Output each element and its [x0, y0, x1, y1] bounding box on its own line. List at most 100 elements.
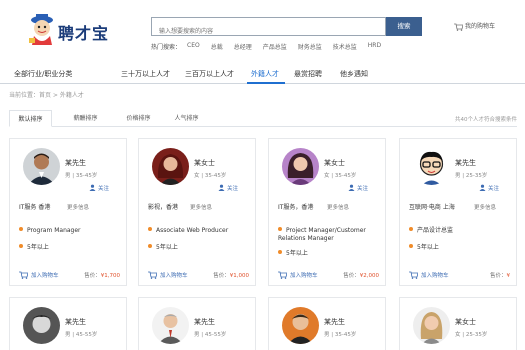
talent-card[interactable]: 某女士 女 | 35-45岁 关注 影视，香港 更多信息 Associate W… — [138, 138, 256, 286]
add-to-cart-label: 加入购物车 — [421, 273, 449, 279]
hot-keyword[interactable]: 总裁 — [211, 42, 223, 53]
avatar — [413, 307, 450, 344]
talent-name: 某女士 — [194, 159, 215, 167]
price-value: ¥2,000 — [359, 273, 379, 279]
talent-meta: 女 | 25-35岁 — [455, 332, 488, 338]
bullet-icon — [19, 227, 23, 231]
talent-industry-location: IT服务，香港 — [278, 204, 314, 211]
years-text: 5年以上 — [417, 244, 439, 251]
search-box — [151, 17, 386, 40]
talent-card[interactable]: 某女士 女 | 35-45岁 关注 IT服务，香港 更多信息 Project M… — [268, 138, 386, 286]
more-info-link[interactable]: 更多信息 — [327, 203, 349, 211]
more-info-link[interactable]: 更多信息 — [67, 203, 89, 211]
tab-price-sort[interactable]: 价格排序 — [117, 110, 160, 127]
talent-position: 产品设计总监 — [409, 227, 513, 235]
follow-label: 关注 — [227, 186, 239, 192]
price-value: ¥1,000 — [229, 273, 249, 279]
position-text: Program Manager — [27, 227, 81, 234]
nav-item-300k-talent[interactable]: 三十万以上人才 — [121, 69, 170, 79]
talent-price: 售价：¥1,700 — [84, 271, 120, 279]
avatar — [23, 307, 60, 344]
bullet-icon — [278, 227, 282, 231]
nav-item-bounty-recruit[interactable]: 悬赏招聘 — [294, 69, 322, 79]
tab-default-sort[interactable]: 默认排序 — [9, 110, 52, 127]
cart-label: 我的购物车 — [465, 23, 496, 30]
hot-keyword[interactable]: 产品总监 — [263, 42, 287, 53]
cart-icon — [278, 271, 287, 279]
talent-industry-location: 互联网·电商 上海 — [409, 204, 455, 211]
logo-text: 聘才宝 — [58, 24, 110, 43]
breadcrumb: 当前位置：首页 > 外籍人才 — [9, 92, 84, 99]
follow-label: 关注 — [98, 186, 110, 192]
position-text: Associate Web Producer — [156, 227, 229, 234]
hot-keyword[interactable]: 总经理 — [234, 42, 252, 53]
nav-item-all-categories[interactable]: 全部行业/职业分类 — [14, 69, 72, 79]
nav-item-foreign-talent[interactable]: 外籍人才 — [251, 69, 279, 79]
cart-icon — [409, 271, 418, 279]
position-text: Project Manager/Customer Relations Manag… — [278, 227, 366, 242]
price-value: ¥1,700 — [100, 273, 120, 279]
talent-name: 某先生 — [194, 318, 215, 326]
avatar — [152, 307, 189, 344]
talent-meta: 男 | 25-35岁 — [455, 173, 488, 179]
talent-name: 某女士 — [455, 318, 476, 326]
my-cart-link[interactable]: 我的购物车 — [452, 20, 518, 34]
talent-years: 5年以上 — [19, 242, 49, 251]
talent-meta: 女 | 35-45岁 — [194, 173, 227, 179]
nav-item-3m-talent[interactable]: 三百万以上人才 — [185, 69, 234, 79]
talent-meta: 男 | 35-45岁 — [324, 332, 357, 338]
avatar — [282, 148, 319, 185]
talent-card[interactable]: 某先生 男 | 35-45岁 关注 IT服务 香港 更多信息 Program M… — [9, 138, 127, 286]
avatar — [282, 307, 319, 344]
search-button[interactable]: 搜索 — [386, 17, 422, 36]
user-icon — [348, 184, 355, 191]
talent-position: Program Manager — [19, 227, 123, 235]
user-icon — [89, 184, 96, 191]
tab-salary-sort[interactable]: 薪酬排序 — [64, 110, 107, 127]
talent-card[interactable]: 某先生 男 | 35-45岁 — [268, 297, 386, 350]
avatar — [152, 148, 189, 185]
bullet-icon — [148, 244, 152, 248]
result-count: 共40个人才符合搜索条件 — [455, 117, 517, 123]
price-label: 售价： — [213, 273, 230, 279]
talent-card[interactable]: 某先生 男 | 45-55岁 — [138, 297, 256, 350]
follow-button[interactable]: 关注 — [479, 184, 499, 192]
hot-keyword[interactable]: 技术总监 — [333, 42, 357, 53]
more-info-link[interactable]: 更多信息 — [474, 203, 496, 211]
cart-icon — [19, 271, 28, 279]
price-label: 售价： — [489, 273, 507, 279]
talent-name: 某先生 — [65, 318, 86, 326]
talent-card[interactable]: 某先生 男 | 25-35岁 关注 互联网·电商 上海 更多信息 产品设计总监 … — [399, 138, 517, 286]
tab-popularity-sort[interactable]: 人气排序 — [165, 110, 208, 127]
hot-searches: 热门搜索： CEO 总裁 总经理 产品总监 财务总监 技术总监 HRD — [151, 42, 392, 53]
follow-button[interactable]: 关注 — [89, 184, 110, 192]
nav-item-other[interactable]: 他乡遇知 — [340, 69, 368, 79]
talent-name: 某女士 — [324, 159, 345, 167]
bullet-icon — [19, 244, 23, 248]
bullet-icon — [278, 250, 282, 254]
talent-card[interactable]: 某先生 男 | 45-55岁 — [9, 297, 127, 350]
position-text: 产品设计总监 — [417, 227, 454, 234]
talent-years: 5年以上 — [409, 242, 439, 251]
add-to-cart-label: 加入购物车 — [160, 273, 188, 279]
talent-card[interactable]: 某女士 女 | 25-35岁 — [399, 297, 517, 350]
mascot-logo-icon — [29, 14, 53, 45]
talent-name: 某先生 — [324, 318, 345, 326]
hot-keyword[interactable]: 财务总监 — [298, 42, 322, 53]
site-logo[interactable]: 聘才宝 — [27, 14, 125, 48]
hot-keyword[interactable]: HRD — [368, 42, 381, 53]
follow-label: 关注 — [357, 186, 369, 192]
talent-price: 售价：¥1,000 — [213, 271, 249, 279]
follow-button[interactable]: 关注 — [348, 184, 369, 192]
search-input[interactable] — [152, 23, 385, 40]
more-info-link[interactable]: 更多信息 — [190, 203, 212, 211]
talent-meta: 男 | 45-55岁 — [194, 332, 227, 338]
hot-keyword[interactable]: CEO — [187, 42, 200, 53]
cart-icon — [148, 271, 157, 279]
avatar — [413, 148, 450, 185]
talent-meta: 女 | 35-45岁 — [324, 173, 357, 179]
main-nav: 全部行业/职业分类 三十万以上人才 三百万以上人才 外籍人才 悬赏招聘 他乡遇知 — [0, 62, 525, 84]
talent-industry-location: 影视，香港 — [148, 204, 179, 211]
follow-button[interactable]: 关注 — [218, 184, 239, 192]
talent-price: 售价：¥ — [490, 271, 510, 279]
